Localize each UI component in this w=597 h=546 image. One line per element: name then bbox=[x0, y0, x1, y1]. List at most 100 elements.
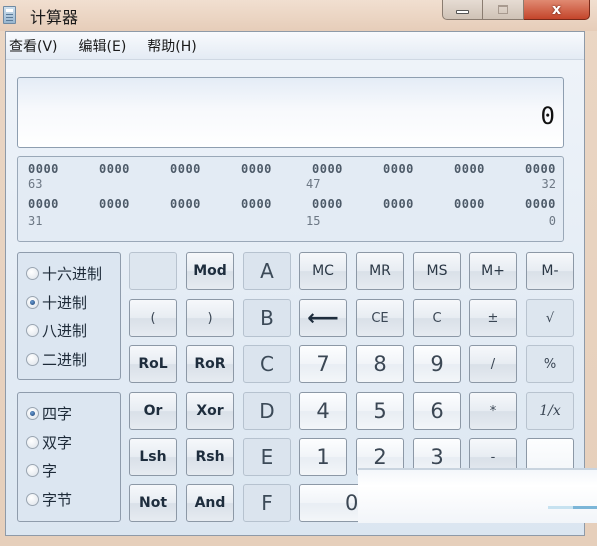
window-title: 计算器 bbox=[30, 8, 79, 27]
or-button[interactable]: Or bbox=[129, 392, 177, 430]
radio-byte[interactable]: 字节 bbox=[26, 489, 72, 510]
bit-group: 0000 bbox=[170, 162, 201, 176]
radio-dword[interactable]: 双字 bbox=[26, 432, 72, 453]
digit-8-button[interactable]: 8 bbox=[356, 345, 404, 383]
radio-button[interactable] bbox=[26, 493, 39, 506]
clear-button[interactable]: C bbox=[413, 299, 461, 337]
menu-edit[interactable]: 编辑(E) bbox=[79, 36, 127, 56]
radio-button[interactable] bbox=[26, 267, 39, 280]
digit-1-button[interactable]: 1 bbox=[299, 438, 347, 476]
hex-f-button[interactable]: F bbox=[243, 484, 291, 522]
hex-b-button[interactable]: B bbox=[243, 299, 291, 337]
radio-word[interactable]: 字 bbox=[26, 460, 57, 481]
close-button[interactable]: x bbox=[524, 0, 590, 20]
hex-c-button[interactable]: C bbox=[243, 345, 291, 383]
window-controls: x bbox=[442, 0, 590, 20]
hex-e-button[interactable]: E bbox=[243, 438, 291, 476]
reciprocal-button[interactable]: 1/x bbox=[526, 392, 574, 430]
backspace-button[interactable]: ⟵ bbox=[299, 299, 347, 337]
and-button[interactable]: And bbox=[186, 484, 234, 522]
multiply-button[interactable]: * bbox=[469, 392, 517, 430]
bit-index: 31 bbox=[28, 214, 43, 228]
radio-bin[interactable]: 二进制 bbox=[26, 349, 87, 370]
memory-add-button[interactable]: M+ bbox=[469, 252, 517, 290]
bit-group: 0000 bbox=[383, 162, 414, 176]
display-value: 0 bbox=[540, 102, 555, 130]
bit-group: 0000 bbox=[170, 197, 201, 211]
blank-key[interactable] bbox=[129, 252, 177, 290]
calculator-body: 0 0000 0000 0000 0000 0000 0000 0000 000… bbox=[6, 60, 597, 535]
bit-group: 0000 bbox=[99, 162, 130, 176]
radio-label: 十进制 bbox=[42, 294, 88, 312]
rotate-right-button[interactable]: RoR bbox=[186, 345, 234, 383]
bit-group: 0000 bbox=[312, 197, 343, 211]
radio-label: 字节 bbox=[42, 491, 73, 509]
word-size-group: 四字 双字 字 字节 bbox=[17, 392, 121, 522]
radio-button[interactable] bbox=[26, 464, 39, 477]
bit-index: 47 bbox=[306, 177, 321, 191]
bit-row-upper: 0000 0000 0000 0000 0000 0000 0000 0000 bbox=[28, 162, 556, 176]
bit-group: 0000 bbox=[454, 162, 485, 176]
clear-entry-button[interactable]: CE bbox=[356, 299, 404, 337]
xor-button[interactable]: Xor bbox=[186, 392, 234, 430]
radio-label: 字 bbox=[42, 462, 58, 480]
bit-group: 0000 bbox=[99, 197, 130, 211]
radio-button-checked[interactable] bbox=[26, 407, 39, 420]
menu-help[interactable]: 帮助(H) bbox=[147, 36, 196, 56]
hex-d-button[interactable]: D bbox=[243, 392, 291, 430]
result-display: 0 bbox=[17, 77, 564, 148]
memory-clear-button[interactable]: MC bbox=[299, 252, 347, 290]
bit-group: 0000 bbox=[28, 162, 59, 176]
percent-button[interactable]: % bbox=[526, 345, 574, 383]
radio-button[interactable] bbox=[26, 436, 39, 449]
close-icon: x bbox=[551, 1, 562, 18]
bit-group: 0000 bbox=[241, 162, 272, 176]
mod-button[interactable]: Mod bbox=[186, 252, 234, 290]
menu-view[interactable]: 查看(V) bbox=[9, 36, 58, 56]
digit-9-button[interactable]: 9 bbox=[413, 345, 461, 383]
radio-label: 八进制 bbox=[42, 322, 88, 340]
digit-6-button[interactable]: 6 bbox=[413, 392, 461, 430]
radio-qword[interactable]: 四字 bbox=[26, 403, 72, 424]
bit-display: 0000 0000 0000 0000 0000 0000 0000 0000 … bbox=[17, 156, 564, 242]
radio-label: 十六进制 bbox=[42, 265, 103, 283]
radio-hex[interactable]: 十六进制 bbox=[26, 263, 102, 284]
bit-group: 0000 bbox=[383, 197, 414, 211]
right-paren-button[interactable]: ) bbox=[186, 299, 234, 337]
maximize-icon bbox=[498, 5, 508, 14]
divide-button[interactable]: / bbox=[469, 345, 517, 383]
memory-store-button[interactable]: MS bbox=[413, 252, 461, 290]
radio-label: 双字 bbox=[42, 434, 73, 452]
right-shift-button[interactable]: Rsh bbox=[186, 438, 234, 476]
not-button[interactable]: Not bbox=[129, 484, 177, 522]
hex-a-button[interactable]: A bbox=[243, 252, 291, 290]
digit-4-button[interactable]: 4 bbox=[299, 392, 347, 430]
radio-button-checked[interactable] bbox=[26, 296, 39, 309]
left-shift-button[interactable]: Lsh bbox=[129, 438, 177, 476]
radio-button[interactable] bbox=[26, 353, 39, 366]
bit-row-lower: 0000 0000 0000 0000 0000 0000 0000 0000 bbox=[28, 197, 556, 211]
bit-index: 63 bbox=[28, 177, 43, 191]
minimize-button[interactable] bbox=[442, 0, 483, 20]
radio-button[interactable] bbox=[26, 324, 39, 337]
radio-dec[interactable]: 十进制 bbox=[26, 292, 87, 313]
memory-subtract-button[interactable]: M- bbox=[526, 252, 574, 290]
bit-group: 0000 bbox=[525, 162, 556, 176]
backspace-icon: ⟵ bbox=[307, 305, 339, 331]
maximize-button[interactable] bbox=[483, 0, 524, 20]
digit-5-button[interactable]: 5 bbox=[356, 392, 404, 430]
calculator-icon bbox=[3, 6, 16, 24]
title-bar[interactable]: 计算器 x bbox=[0, 0, 597, 31]
sqrt-button[interactable]: √ bbox=[526, 299, 574, 337]
bit-group: 0000 bbox=[241, 197, 272, 211]
radix-group: 十六进制 十进制 八进制 二进制 bbox=[17, 252, 121, 380]
left-paren-button[interactable]: ( bbox=[129, 299, 177, 337]
digit-7-button[interactable]: 7 bbox=[299, 345, 347, 383]
radio-oct[interactable]: 八进制 bbox=[26, 320, 87, 341]
rotate-left-button[interactable]: RoL bbox=[129, 345, 177, 383]
menu-bar: 查看(V) 编辑(E) 帮助(H) bbox=[6, 32, 584, 60]
minimize-icon bbox=[456, 9, 469, 14]
memory-recall-button[interactable]: MR bbox=[356, 252, 404, 290]
progress-highlight bbox=[548, 506, 573, 509]
negate-button[interactable]: ± bbox=[469, 299, 517, 337]
